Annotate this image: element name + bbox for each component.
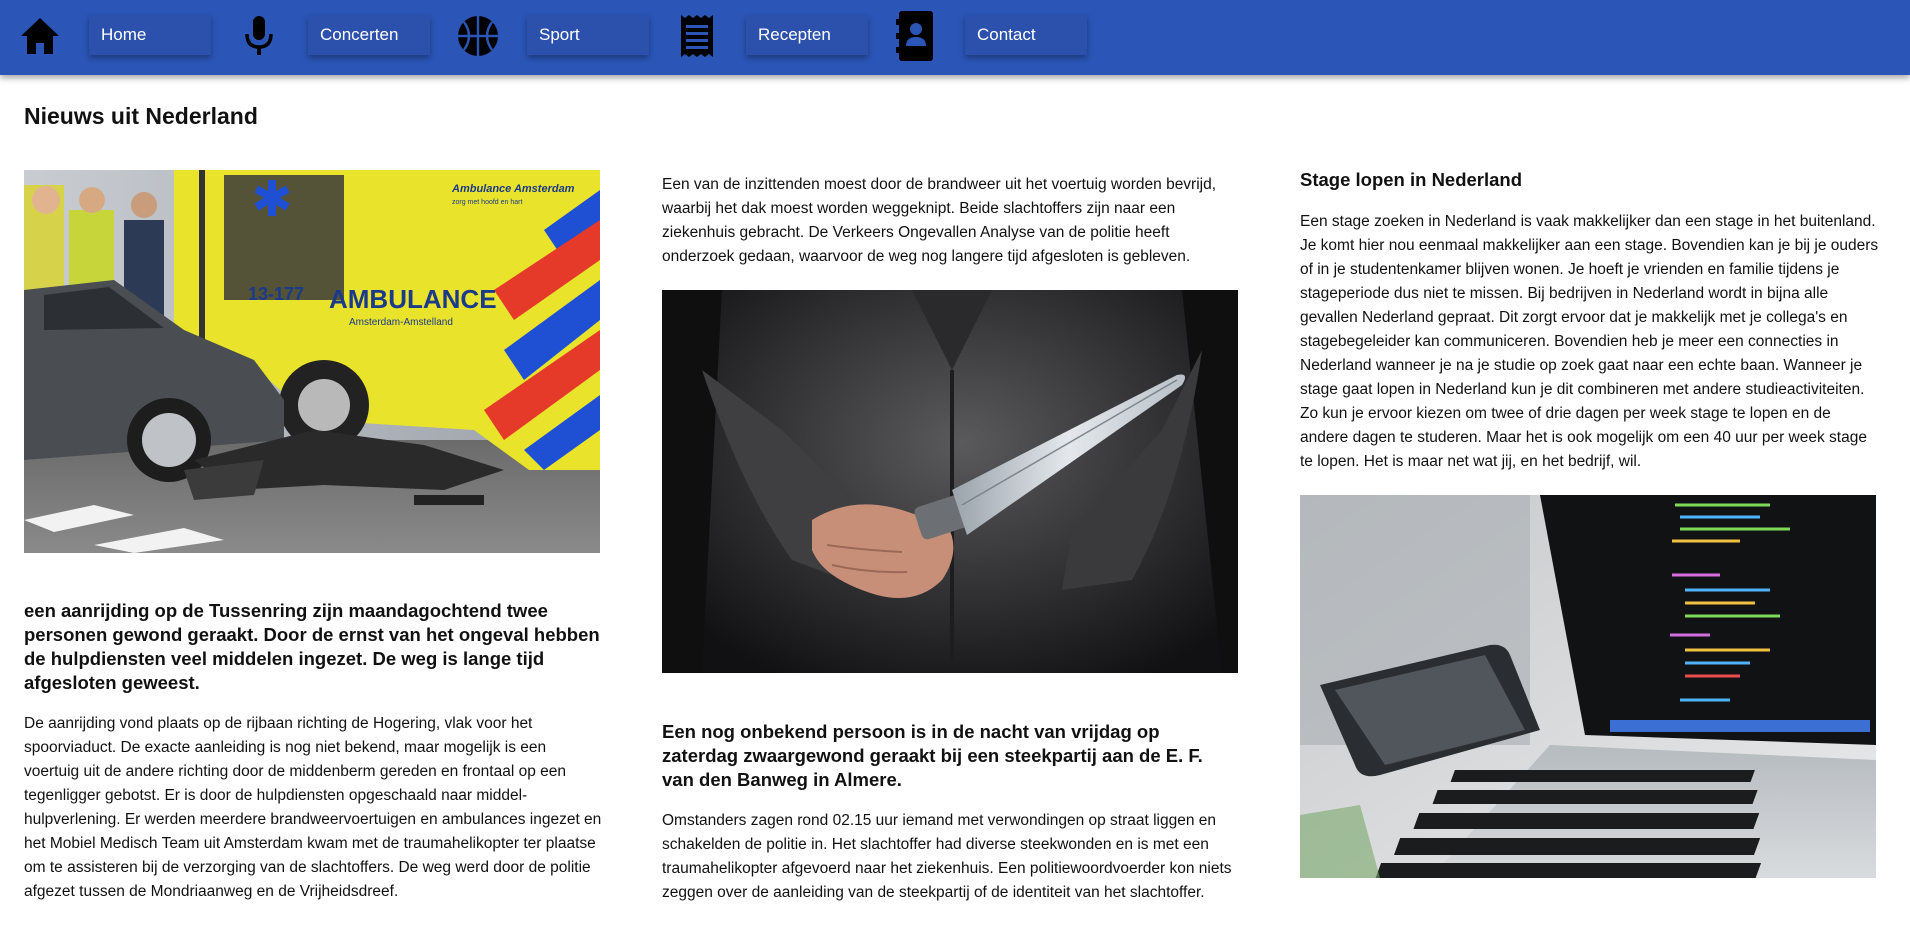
nav-home-button[interactable]: Home — [89, 15, 211, 55]
home-icon[interactable] — [16, 12, 64, 60]
page-title: Nieuws uit Nederland — [24, 103, 258, 129]
accident-followup-text: Een van de inzittenden moest door de bra… — [662, 176, 1217, 265]
accident-photo: 13-177 AMBULANCE Amsterdam-Amstelland Am… — [24, 170, 600, 553]
basketball-icon[interactable] — [454, 12, 502, 60]
ambulance-label: AMBULANCE — [329, 284, 497, 314]
contact-book-icon[interactable] — [892, 11, 940, 61]
internship-body: Een stage zoeken in Nederland is vaak ma… — [1300, 213, 1879, 470]
nav-contact-button[interactable]: Contact — [965, 15, 1087, 55]
ambulance-brand: Ambulance Amsterdam — [451, 183, 575, 195]
nav-recepten-button[interactable]: Recepten — [746, 15, 868, 55]
ambulance-region: Amsterdam-Amstelland — [349, 317, 453, 328]
stabbing-body: Omstanders zagen rond 02.15 uur iemand m… — [662, 812, 1232, 901]
internship-headline: Stage lopen in Nederland — [1300, 169, 1523, 190]
microphone-icon[interactable] — [235, 12, 283, 60]
nav-concerten-button[interactable]: Concerten — [308, 15, 430, 55]
receipt-icon[interactable] — [673, 12, 721, 60]
knife-photo — [662, 290, 1238, 673]
ambulance-slogan: zorg met hoofd en hart — [452, 199, 522, 206]
accident-body: De aanrijding vond plaats op de rijbaan … — [24, 715, 602, 900]
laptop-photo — [1300, 495, 1876, 878]
accident-headline: een aanrijding op de Tussenring zijn maa… — [24, 600, 600, 693]
nav-sport-button[interactable]: Sport — [527, 15, 649, 55]
stabbing-headline: Een nog onbekend persoon is in de nacht … — [662, 721, 1203, 790]
ambulance-number: 13-177 — [248, 284, 304, 304]
top-navigation: Home Concerten Sport Recepten Contact — [0, 0, 1910, 75]
